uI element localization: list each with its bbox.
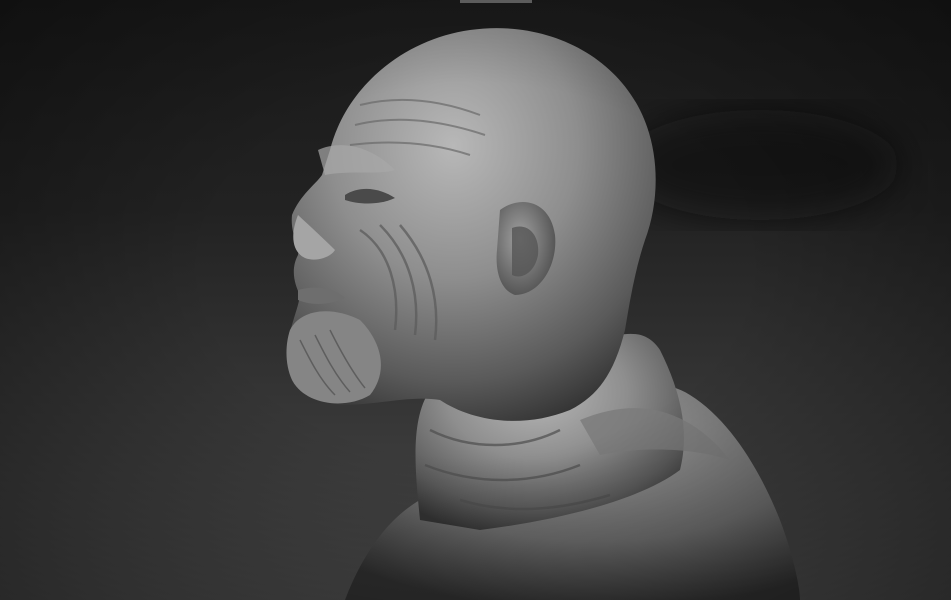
background-shadow <box>620 110 900 220</box>
sculpt-viewport[interactable] <box>0 0 951 600</box>
sculpted-bust <box>286 28 900 600</box>
